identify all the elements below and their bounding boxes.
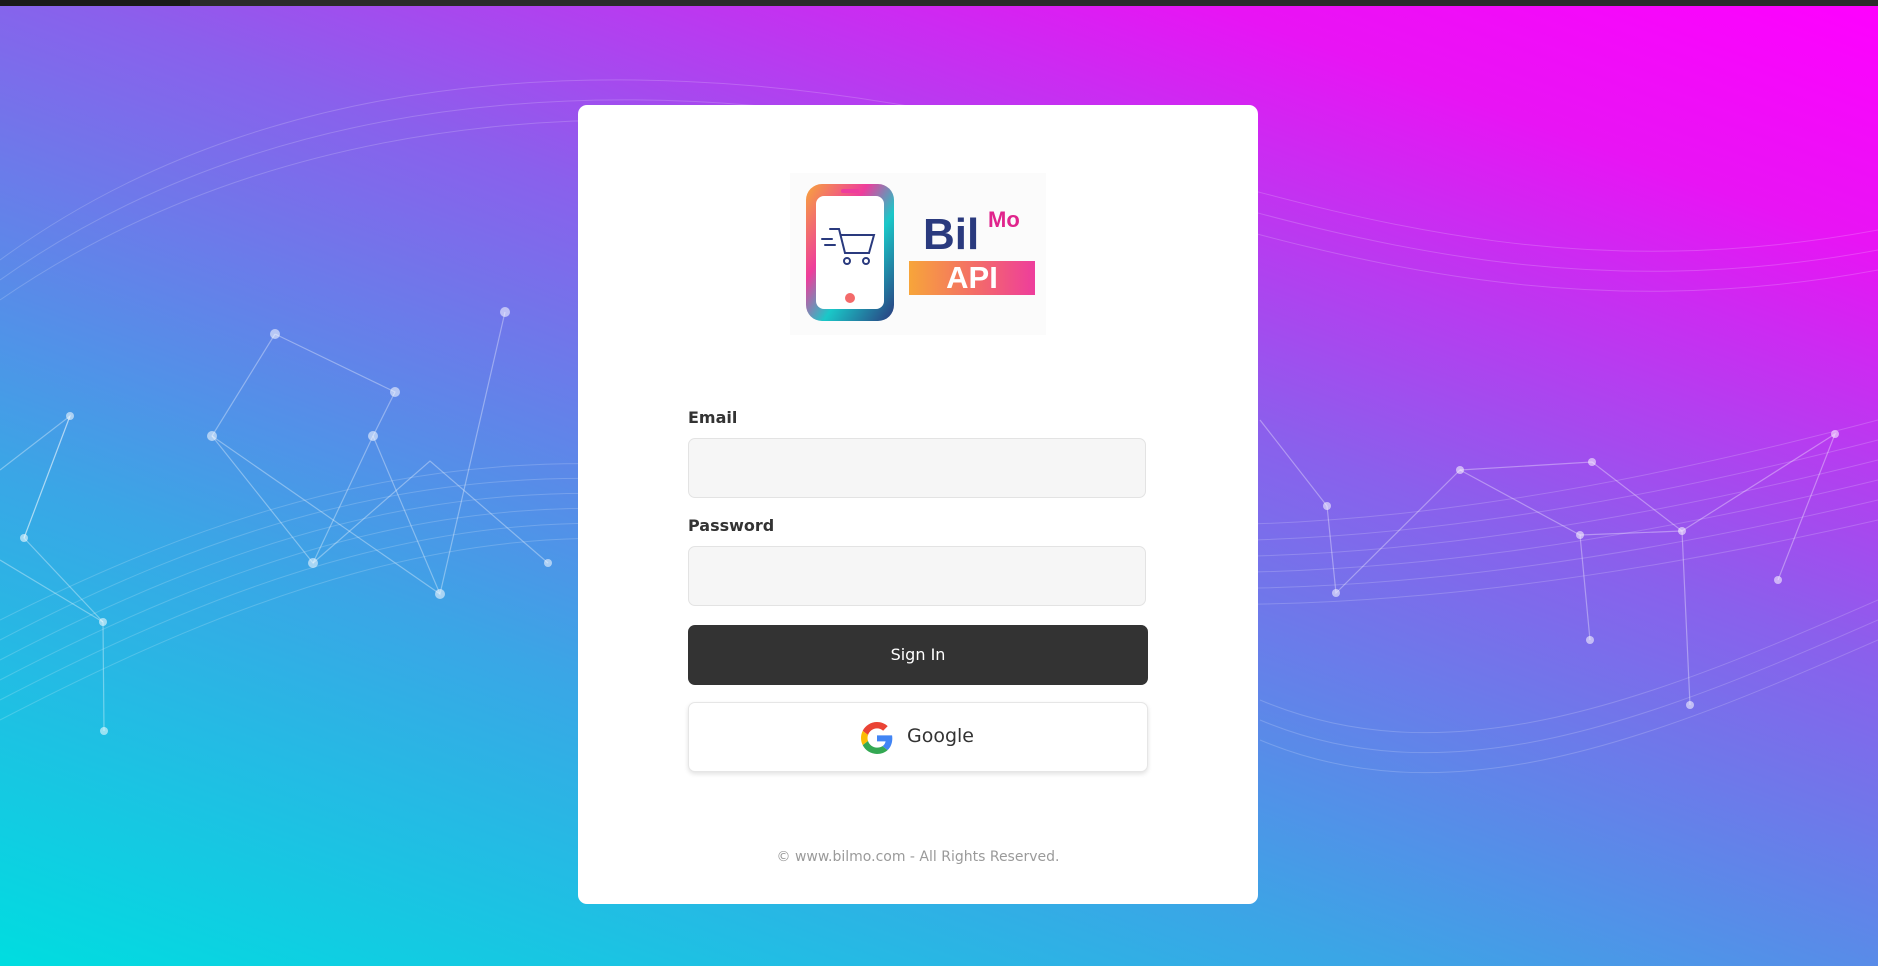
brand-name-super: Mo — [988, 207, 1020, 232]
sign-in-button[interactable]: Sign In — [688, 625, 1148, 685]
login-page: Bil Mo API Email Password Sign In Google… — [0, 0, 1878, 966]
brand-name-main: Bil — [923, 210, 980, 259]
email-field[interactable] — [688, 438, 1146, 498]
google-button-label: Google — [907, 725, 975, 747]
google-sign-in-button[interactable]: Google — [688, 702, 1148, 772]
login-card: Bil Mo API Email Password Sign In Google… — [578, 105, 1258, 904]
phone-cart-icon — [806, 184, 894, 321]
password-label: Password — [688, 516, 775, 535]
password-field[interactable] — [688, 546, 1146, 606]
email-label: Email — [688, 408, 738, 427]
brand-badge: API — [909, 261, 1035, 295]
copyright-footer: © www.bilmo.com - All Rights Reserved. — [776, 849, 1060, 865]
google-g-icon — [861, 722, 893, 754]
bilmo-api-logo: Bil Mo API — [790, 173, 1046, 335]
